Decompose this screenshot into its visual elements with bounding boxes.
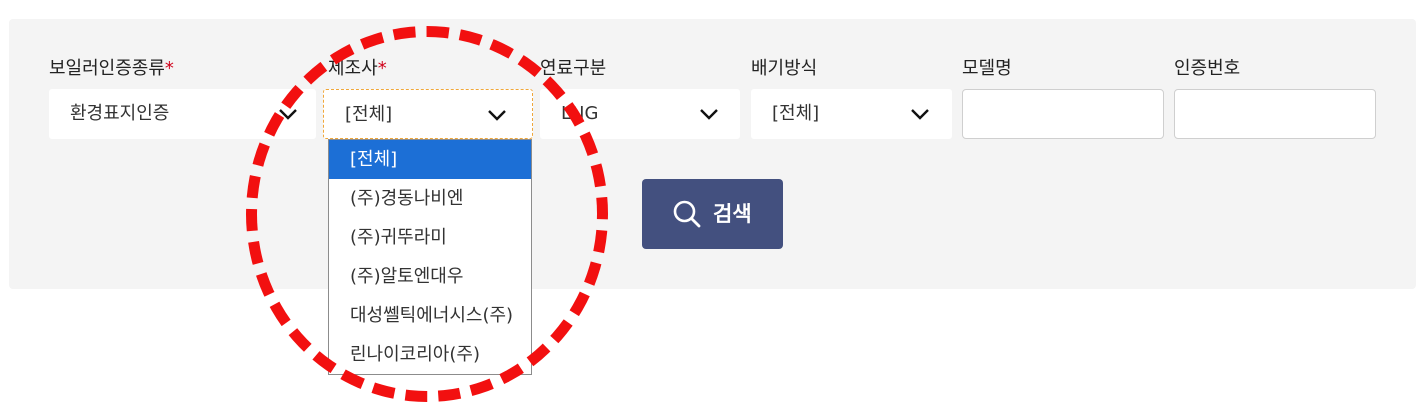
manufacturer-option[interactable]: 대성쎌틱에너시스(주) (329, 296, 531, 335)
model-label: 모델명 (962, 58, 1012, 79)
exhaust-value: [전체] (772, 103, 820, 124)
chevron-down-icon (279, 109, 297, 120)
manufacturer-option[interactable]: (주)경동나비엔 (329, 179, 531, 218)
manufacturer-option[interactable]: 린나이코리아(주) (329, 335, 531, 374)
manufacturer-option[interactable]: (주)귀뚜라미 (329, 218, 531, 257)
search-button[interactable]: 검색 (642, 179, 783, 249)
exhaust-select[interactable]: [전체] (751, 89, 952, 139)
manufacturer-label: 제조사* (328, 58, 387, 79)
manufacturer-select[interactable]: [전체] (323, 89, 533, 139)
exhaust-label: 배기방식 (751, 58, 818, 79)
cert-no-label: 인증번호 (1174, 58, 1241, 79)
model-input[interactable] (962, 89, 1164, 139)
fuel-value: LNG (561, 103, 599, 124)
fuel-label: 연료구분 (540, 58, 607, 79)
cert-no-input[interactable] (1174, 89, 1376, 139)
chevron-down-icon (700, 109, 718, 120)
manufacturer-dropdown-list: [전체] (주)경동나비엔 (주)귀뚜라미 (주)알토엔대우 대성쎌틱에너시스(… (328, 139, 532, 375)
cert-type-select[interactable]: 환경표지인증 (49, 89, 316, 139)
cert-type-label: 보일러인증종류* (49, 58, 174, 79)
manufacturer-value: [전체] (345, 104, 393, 125)
chevron-down-icon (488, 110, 506, 121)
search-icon (673, 200, 701, 228)
manufacturer-option[interactable]: [전체] (329, 140, 531, 179)
search-button-label: 검색 (713, 202, 752, 226)
manufacturer-option[interactable]: (주)알토엔대우 (329, 257, 531, 296)
cert-type-value: 환경표지인증 (70, 103, 170, 124)
chevron-down-icon (911, 109, 929, 120)
required-mark: * (164, 58, 174, 79)
required-mark: * (377, 58, 387, 79)
fuel-select[interactable]: LNG (540, 89, 740, 139)
